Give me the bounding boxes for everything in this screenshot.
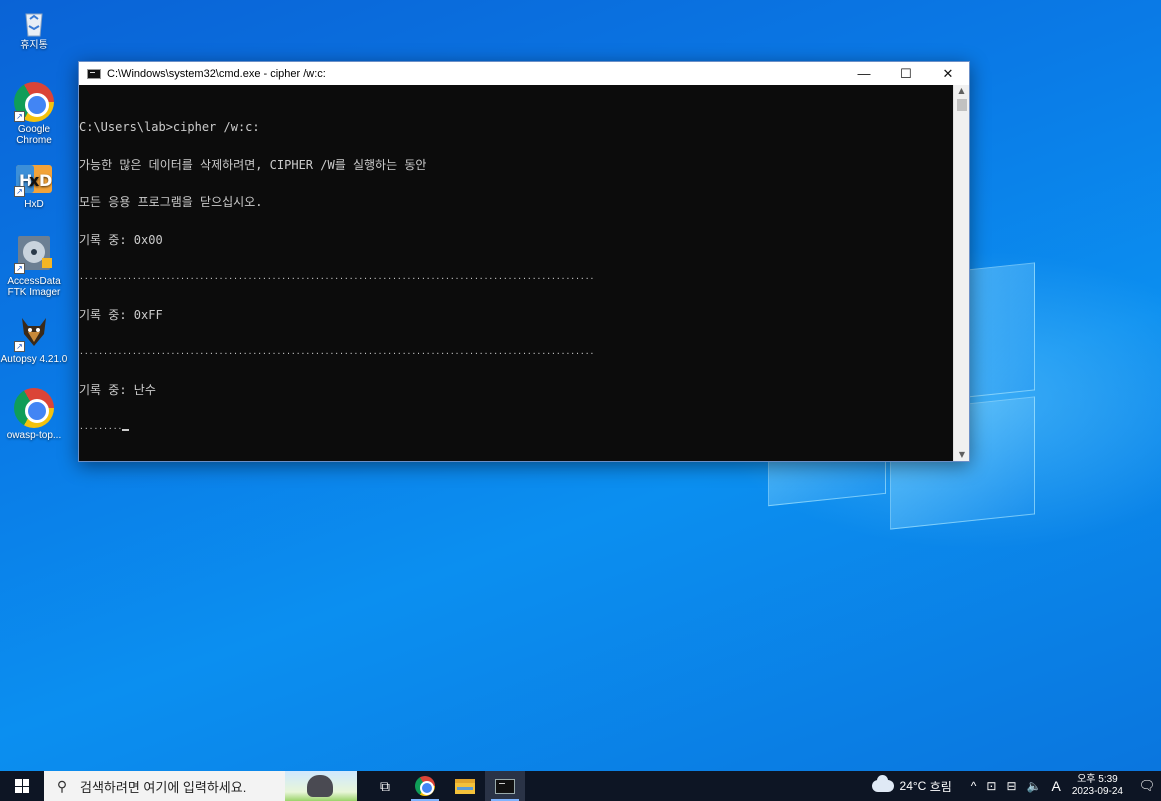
desktop-icon-label: Autopsy 4.21.0 (0, 354, 68, 365)
console-line: 기록 중: 0x00 (79, 232, 163, 247)
taskbar: ⚲ 검색하려면 여기에 입력하세요. ⧉ 24°C 흐림 ^ ⊡ ⊟ 🔈 A 오… (0, 771, 1161, 801)
clock[interactable]: 오후 5:39 2023-09-24 (1072, 774, 1123, 798)
taskbar-search-box[interactable]: ⚲ 검색하려면 여기에 입력하세요. (44, 771, 357, 801)
desktop-icon-autopsy[interactable]: ↗ Autopsy 4.21.0 (0, 312, 68, 365)
taskbar-cmd[interactable] (485, 771, 525, 801)
scroll-down-arrow-icon[interactable]: ▼ (954, 449, 970, 461)
chrome-icon (12, 388, 56, 428)
desktop-icon-label: 휴지통 (20, 40, 48, 51)
volume-icon[interactable]: 🔈 (1027, 779, 1042, 793)
cmd-icon (495, 778, 515, 794)
shortcut-arrow-icon: ↗ (14, 263, 25, 274)
console-line: ........................................… (79, 272, 595, 281)
notification-center-icon[interactable]: 🗨 (1133, 778, 1161, 794)
desktop-icon-label: owasp-top... (6, 430, 62, 441)
weather-condition: 흐림 (929, 779, 952, 794)
hxd-icon: H x D ↗ (12, 163, 56, 197)
vertical-scrollbar[interactable]: ▲ ▼ (953, 85, 969, 461)
clock-date: 2023-09-24 (1071, 786, 1123, 797)
close-button[interactable]: ✕ (927, 62, 969, 85)
desktop-icon-recycle-bin[interactable]: 휴지통 (0, 6, 68, 51)
weather-temp: 24°C (899, 779, 927, 793)
search-highlight-image[interactable] (285, 771, 357, 801)
desktop-icon-hxd[interactable]: H x D ↗ HxD (0, 163, 68, 210)
scrollbar-thumb[interactable] (957, 99, 967, 111)
windows-start-icon (15, 779, 29, 793)
cmd-window-icon[interactable] (87, 68, 101, 79)
chrome-icon: ↗ (12, 82, 56, 122)
taskbar-file-explorer[interactable] (445, 771, 485, 801)
scroll-up-arrow-icon[interactable]: ▲ (954, 85, 969, 97)
clock-time: 오후 5:39 (1077, 774, 1118, 785)
cmd-window[interactable]: C:\Windows\system32\cmd.exe - cipher /w:… (78, 61, 970, 462)
show-hidden-icons-chevron-icon[interactable]: ^ (971, 779, 977, 793)
desktop-icon-google-chrome[interactable]: ↗ Google Chrome (0, 82, 68, 146)
text-cursor (122, 429, 130, 431)
shortcut-arrow-icon: ↗ (14, 186, 25, 197)
taskbar-chrome[interactable] (405, 771, 445, 801)
cmd-titlebar[interactable]: C:\Windows\system32\cmd.exe - cipher /w:… (79, 62, 969, 85)
chrome-icon (415, 776, 435, 796)
input-language-icon[interactable]: A (1052, 778, 1061, 794)
desktop-icon-ftk-imager[interactable]: ↗ AccessData FTK Imager (0, 234, 68, 298)
console-line: ........................................… (79, 347, 595, 356)
console-line-progress: ......... (79, 421, 955, 434)
weather-widget[interactable]: 24°C 흐림 (871, 775, 952, 795)
start-button[interactable] (0, 771, 44, 801)
ime-icon[interactable]: ⊡ (986, 779, 996, 793)
console-line: C:\Users\lab>cipher /w:c: (79, 120, 260, 134)
system-tray: 24°C 흐림 ^ ⊡ ⊟ 🔈 A 오후 5:39 2023-09-24 🗨 (871, 771, 1161, 801)
desktop-icon-label: Google Chrome (16, 124, 52, 146)
minimize-button[interactable]: — (843, 62, 885, 85)
shortcut-arrow-icon: ↗ (14, 341, 25, 352)
task-view-icon: ⧉ (380, 777, 390, 794)
task-view-button[interactable]: ⧉ (365, 771, 405, 801)
console-line: 모든 응용 프로그램을 닫으십시오. (79, 195, 263, 209)
file-explorer-icon (455, 778, 475, 794)
network-icon[interactable]: ⊟ (1006, 779, 1016, 793)
shortcut-arrow-icon: ↗ (14, 111, 25, 122)
cloud-icon (871, 775, 894, 792)
cmd-window-title: C:\Windows\system32\cmd.exe - cipher /w:… (107, 67, 326, 80)
maximize-button[interactable]: ☐ (885, 62, 927, 85)
desktop-icon-owasp-top[interactable]: owasp-top... (0, 388, 68, 441)
console-line: 기록 중: 0xFF (79, 307, 163, 322)
ftk-imager-icon: ↗ (12, 234, 56, 274)
desktop-icon-label: HxD (24, 199, 44, 210)
console-line: 가능한 많은 데이터를 삭제하려면, CIPHER /W를 실행하는 동안 (79, 157, 427, 172)
search-placeholder: 검색하려면 여기에 입력하세요. (80, 779, 247, 795)
autopsy-icon: ↗ (12, 312, 56, 352)
search-icon: ⚲ (56, 777, 68, 794)
console-progress-dots: ......... (79, 422, 123, 431)
console-output[interactable]: C:\Users\lab>cipher /w:c: 가능한 많은 데이터를 삭제… (79, 85, 955, 461)
recycle-bin-icon (12, 6, 56, 38)
svg-text:D: D (39, 171, 52, 190)
console-line: 기록 중: 난수 (79, 382, 156, 397)
desktop-icon-label: AccessData FTK Imager (7, 276, 61, 298)
